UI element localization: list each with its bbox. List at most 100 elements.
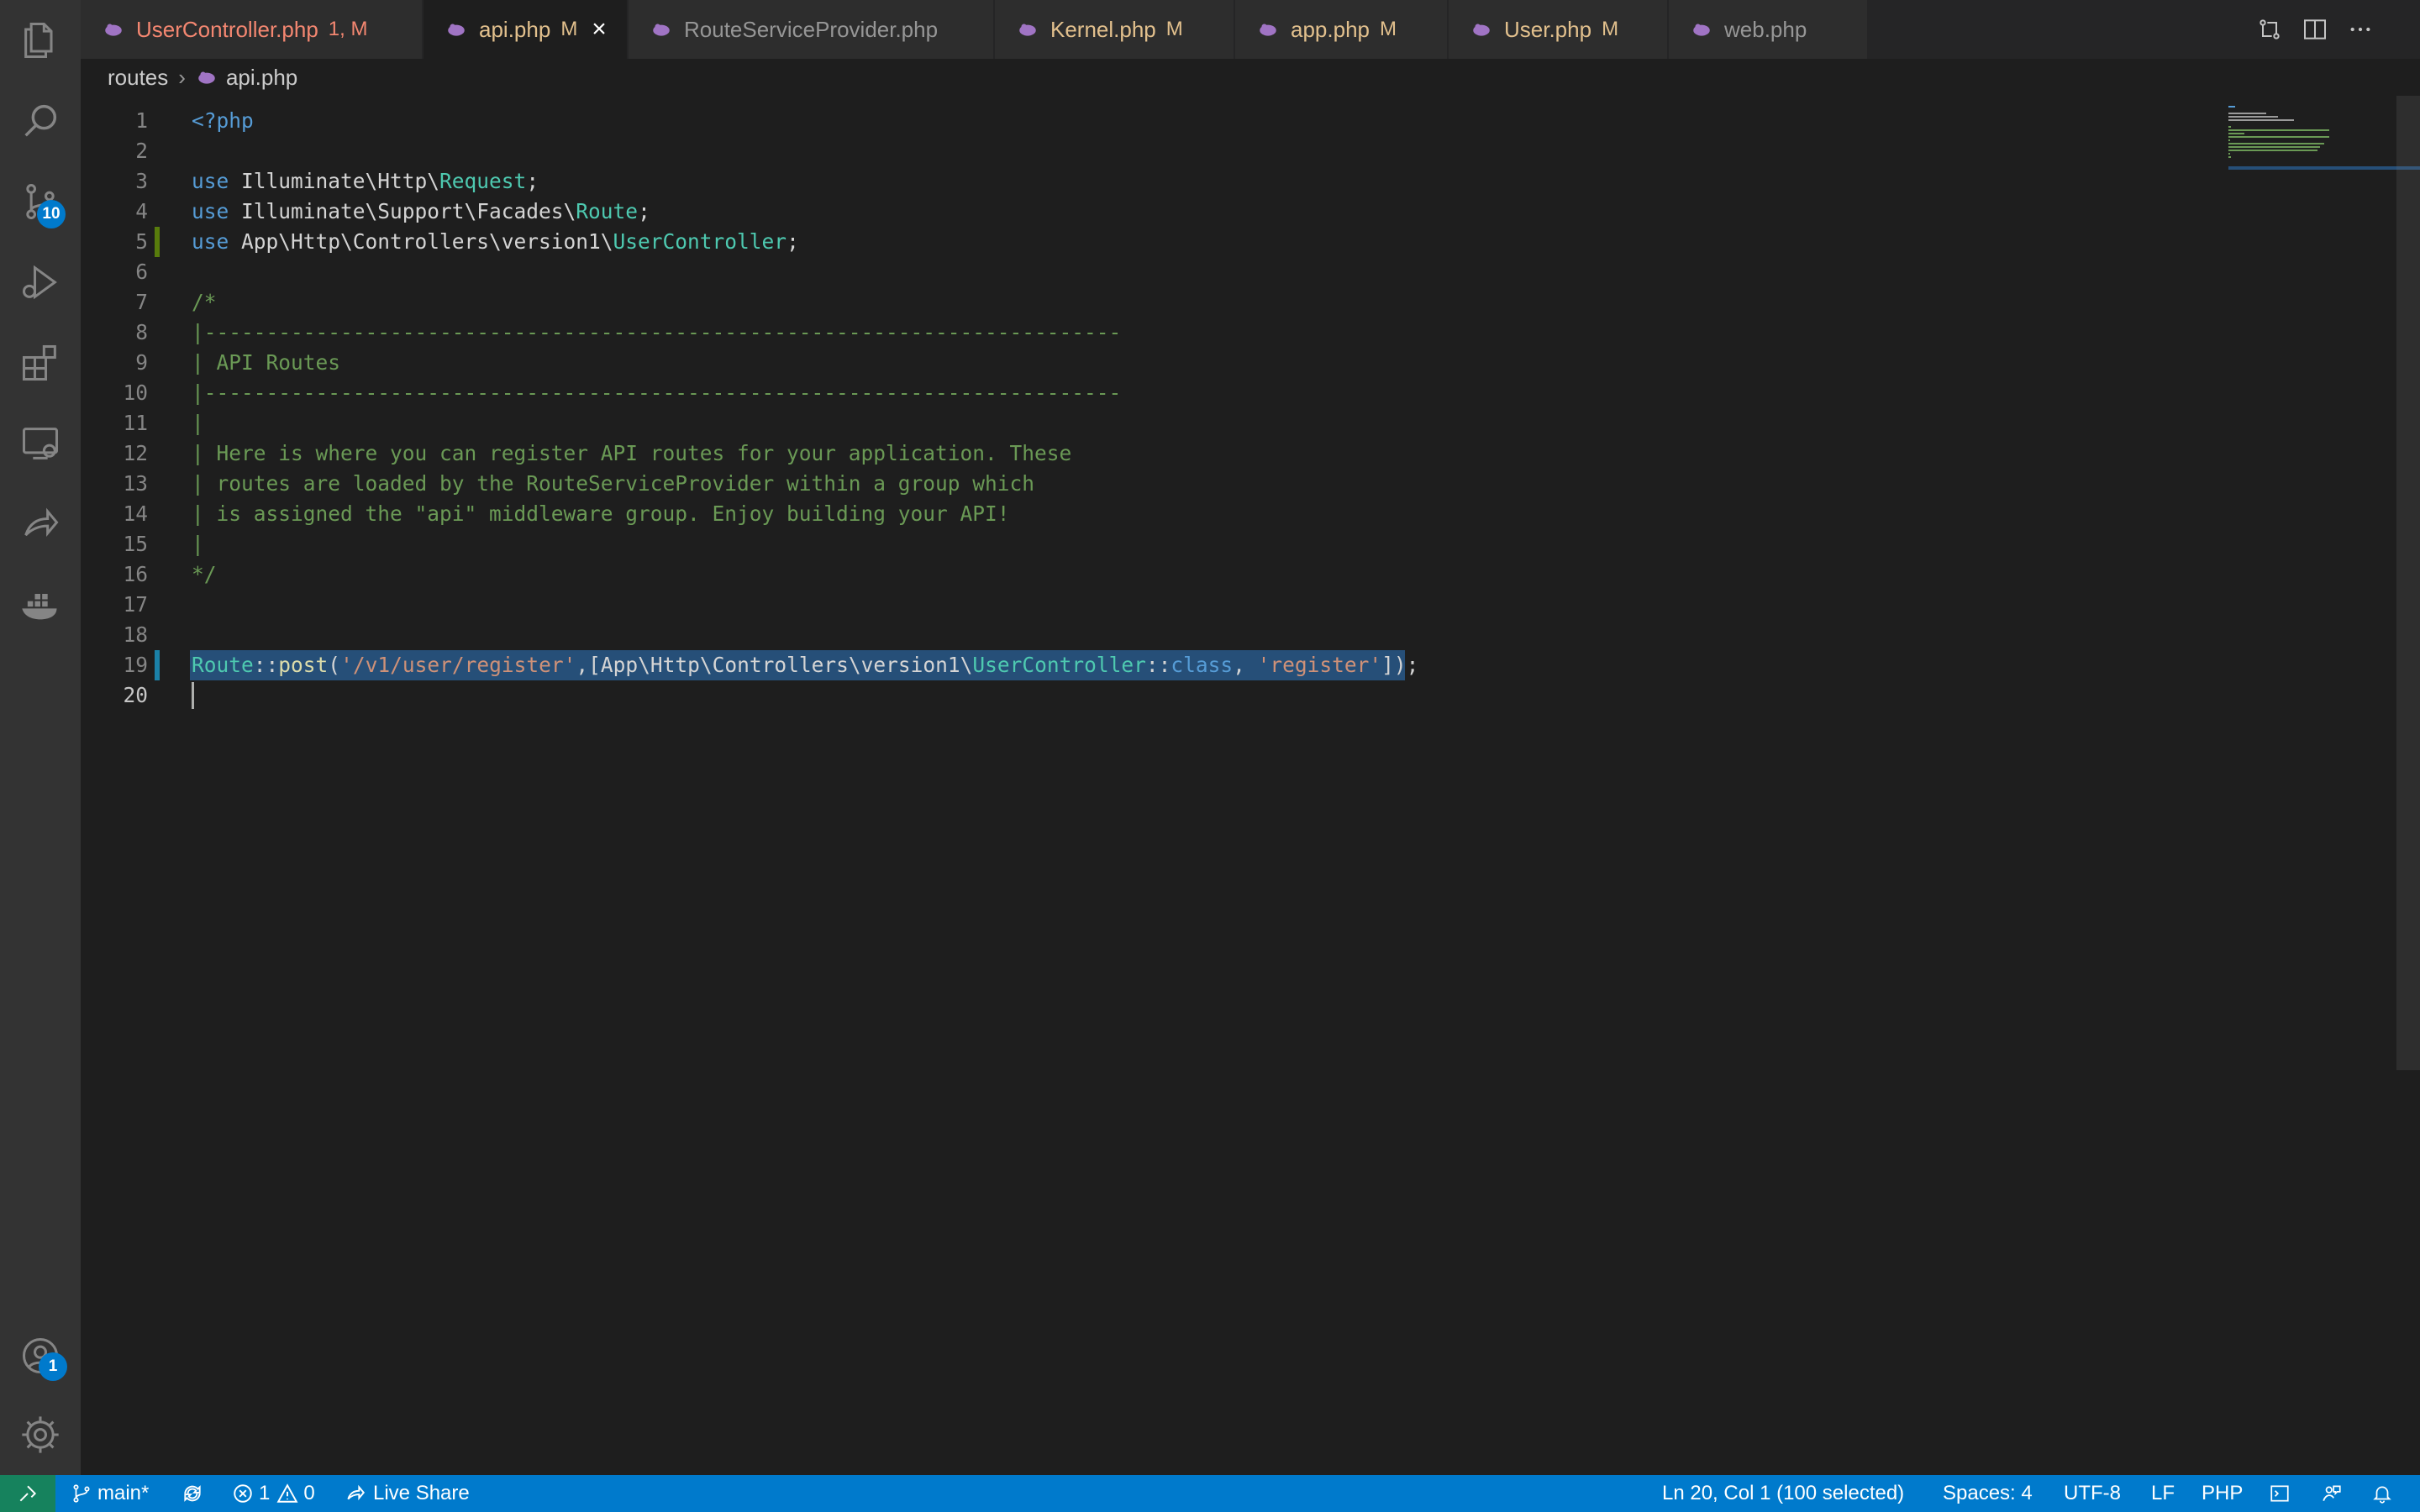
run-debug-icon[interactable] (0, 242, 81, 323)
line-number: 13 (123, 471, 148, 496)
code-line[interactable]: 4 use Illuminate\Support\Facades\Route; (81, 197, 2316, 227)
error-count: 1 (259, 1482, 271, 1504)
code-line[interactable]: 5 use App\Http\Controllers\version1\UserC… (81, 227, 2316, 257)
code-line[interactable]: 19 Route::post('/v1/user/register',[App\H… (81, 650, 2316, 680)
tab-status: 1, M (328, 18, 368, 40)
code-text: |---------------------------------------… (192, 381, 1122, 405)
text-cursor (192, 682, 194, 709)
gear-icon[interactable] (0, 1394, 81, 1475)
code-editor[interactable]: 1 <?php 2 3 use Illuminate\Http\Request; 4 use… (81, 96, 2420, 1475)
cursor-position[interactable]: Ln 20, Col 1 (100 selected) (1662, 1475, 1904, 1512)
notifications-bell-icon[interactable] (2371, 1475, 2393, 1512)
code-line[interactable]: 14 | is assigned the "api" middleware gro… (81, 499, 2316, 529)
live-share-label: Live Share (373, 1482, 470, 1504)
docker-icon[interactable] (0, 564, 81, 645)
problems-indicator[interactable]: 1 0 (232, 1475, 315, 1512)
breadcrumb-folder[interactable]: routes (108, 65, 168, 91)
chevron-right-icon: › (178, 64, 186, 90)
breadcrumb: routes › api.php (81, 59, 2420, 96)
live-share-icon[interactable] (0, 484, 81, 564)
tab-label: Kernel.php (1050, 16, 1156, 42)
split-editor-icon[interactable] (2297, 12, 2333, 47)
tab-usercontroller-php[interactable]: UserController.php 1, M (81, 0, 424, 59)
line-number: 2 (135, 139, 148, 163)
vertical-scrollbar[interactable] (2396, 96, 2420, 1070)
code-line[interactable]: 3 use Illuminate\Http\Request; (81, 166, 2316, 197)
php-file-icon (1693, 24, 1710, 36)
tab-api-php[interactable]: api.php M × (424, 0, 629, 59)
language-mode[interactable]: PHP (2202, 1475, 2243, 1512)
code-line[interactable]: 15 | (81, 529, 2316, 559)
search-icon[interactable] (0, 81, 81, 161)
code-text: <?php (192, 108, 254, 133)
accounts-icon[interactable] (0, 1315, 81, 1396)
php-file-icon (1019, 24, 1036, 36)
code-text: Route::post('/v1/user/register',[App\Htt… (192, 653, 1419, 677)
code-text: | (192, 532, 204, 556)
tab-status: M (1602, 18, 1619, 40)
end-of-line[interactable]: LF (2151, 1475, 2175, 1512)
code-line[interactable]: 12 | Here is where you can register API r… (81, 438, 2316, 469)
line-number: 9 (135, 350, 148, 375)
live-share-button[interactable]: Live Share (345, 1475, 470, 1512)
minimap-line (2228, 143, 2324, 144)
git-modified-marker[interactable] (155, 650, 160, 680)
remote-icon (19, 1485, 37, 1502)
tab-web-php[interactable]: web.php (1669, 0, 1869, 59)
remote-explorer-icon[interactable] (0, 403, 81, 484)
code-line[interactable]: 6 (81, 257, 2316, 287)
line-number: 6 (135, 260, 148, 284)
php-file-icon (1473, 24, 1490, 36)
explorer-icon[interactable] (0, 0, 81, 81)
code-line[interactable]: 1 <?php (81, 106, 2316, 136)
code-line[interactable]: 17 (81, 590, 2316, 620)
git-modified-marker[interactable] (155, 227, 160, 257)
code-line[interactable]: 9 | API Routes (81, 348, 2316, 378)
terminal-icon[interactable] (2269, 1475, 2291, 1512)
encoding[interactable]: UTF-8 (2064, 1475, 2121, 1512)
source-control-icon[interactable] (0, 161, 81, 242)
more-actions-icon[interactable] (2343, 12, 2378, 47)
code-line[interactable]: 2 (81, 136, 2316, 166)
tab-status: M (560, 18, 578, 40)
line-number: 7 (135, 290, 148, 314)
sync-button[interactable] (182, 1475, 203, 1512)
branch-indicator[interactable]: main* (71, 1475, 149, 1512)
indentation[interactable]: Spaces: 4 (1943, 1475, 2033, 1512)
tab-routeserviceprovider-php[interactable]: RouteServiceProvider.php (629, 0, 995, 59)
code-line[interactable]: 20 (81, 680, 2316, 711)
close-icon[interactable]: × (585, 15, 613, 44)
code-line[interactable]: 16 */ (81, 559, 2316, 590)
remote-indicator[interactable] (0, 1475, 55, 1512)
feedback-icon[interactable] (2321, 1475, 2343, 1512)
line-number: 17 (123, 592, 148, 617)
code-text: | API Routes (192, 350, 341, 375)
code-line[interactable]: 10 |-------------------------------------… (81, 378, 2316, 408)
breadcrumb-file[interactable]: api.php (226, 65, 297, 91)
minimap-line (2228, 133, 2245, 134)
tab-label: app.php (1291, 16, 1370, 42)
code-text: | (192, 411, 204, 435)
minimap-line (2228, 146, 2320, 148)
code-text: */ (192, 562, 217, 586)
code-line[interactable]: 18 (81, 620, 2316, 650)
code-line[interactable]: 11 | (81, 408, 2316, 438)
minimap-line (2228, 116, 2279, 118)
code-line[interactable]: 8 |--------------------------------------… (81, 318, 2316, 348)
extensions-icon[interactable] (0, 323, 81, 403)
code-line[interactable]: 7 /* (81, 287, 2316, 318)
minimap-line (2228, 126, 2232, 128)
code-text: | Here is where you can register API rou… (192, 441, 1072, 465)
line-number: 19 (123, 653, 148, 677)
tab-label: web.php (1724, 16, 1807, 42)
minimap[interactable] (2218, 96, 2420, 1475)
live-share-icon (347, 1484, 366, 1501)
tab-app-php[interactable]: app.php M (1235, 0, 1449, 59)
tab-bar: UserController.php 1, M api.php M × RouteServ… (81, 0, 2420, 59)
compare-changes-icon[interactable] (2252, 12, 2287, 47)
minimap-line (2228, 139, 2230, 141)
tab-user-php[interactable]: User.php M (1449, 0, 1669, 59)
tab-kernel-php[interactable]: Kernel.php M (995, 0, 1235, 59)
error-icon (234, 1484, 252, 1503)
code-line[interactable]: 13 | routes are loaded by the RouteServic… (81, 469, 2316, 499)
